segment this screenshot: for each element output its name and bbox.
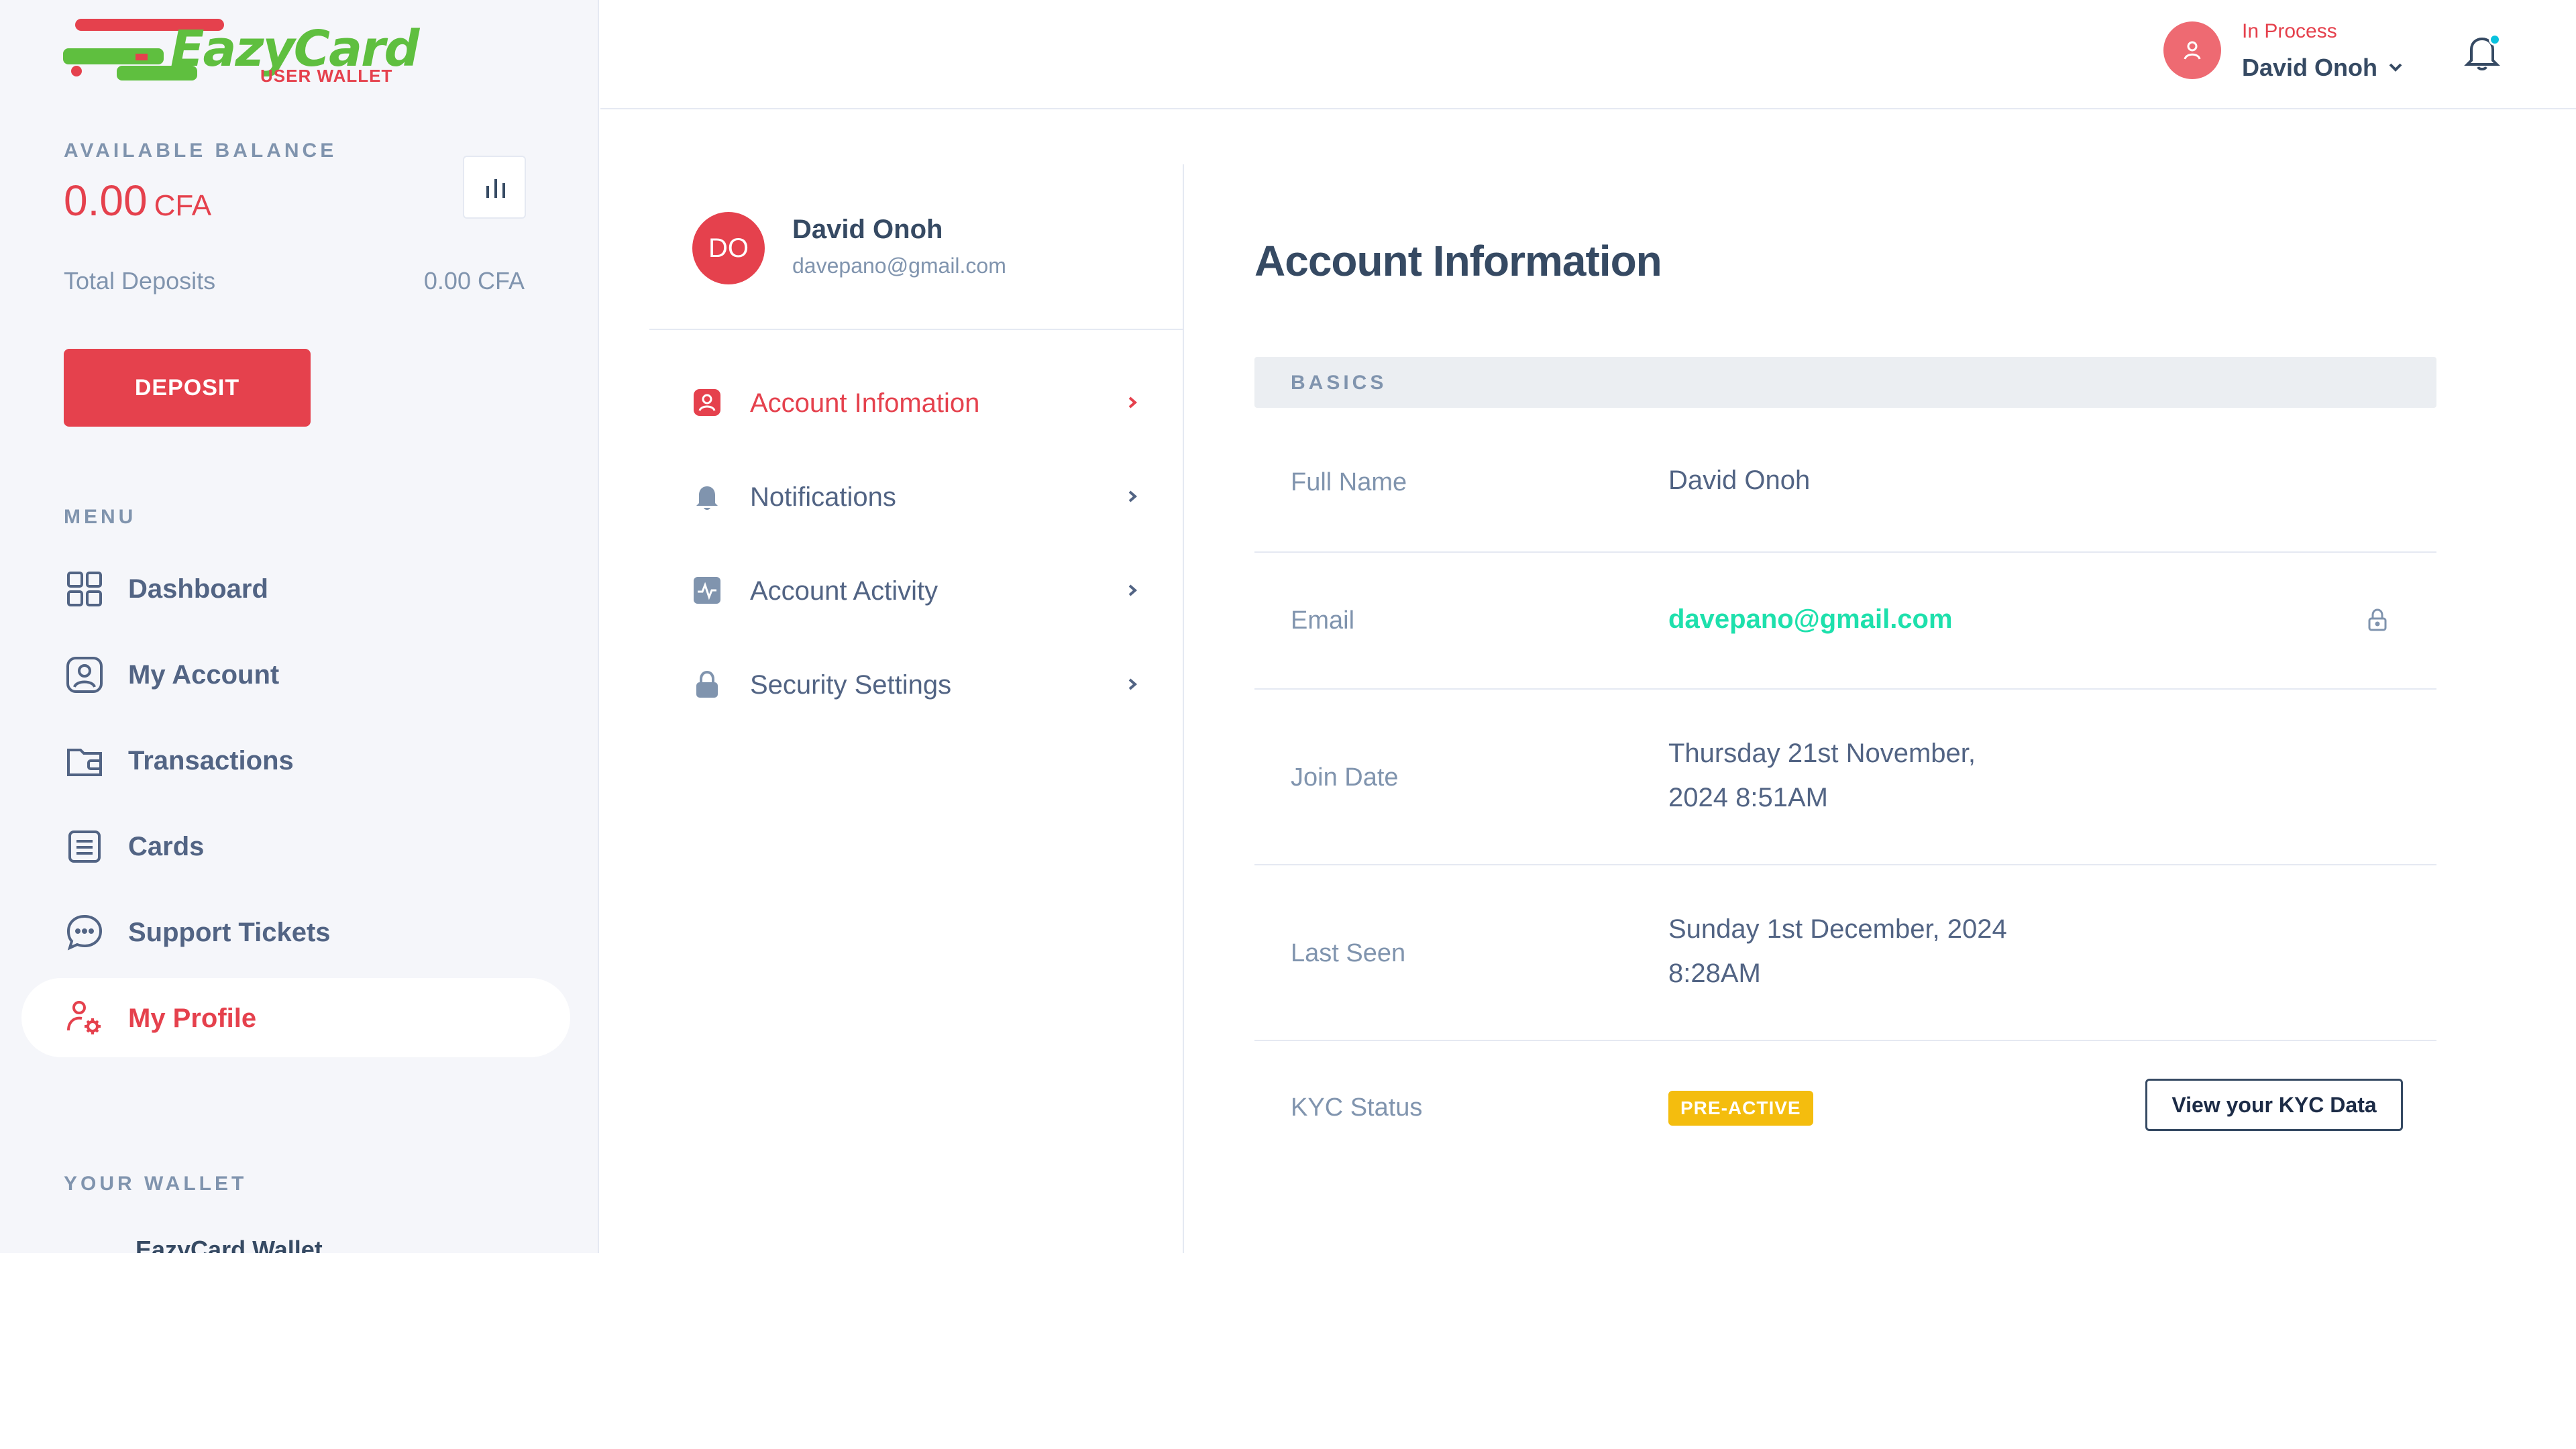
sidebar-item-cards[interactable]: Cards — [21, 806, 570, 885]
account-status: In Process — [2242, 20, 2337, 42]
balance-value: 0.00 — [64, 176, 148, 225]
profile-aside: DO David Onoh davepano@gmail.com Account… — [649, 164, 1184, 1253]
sidebar-item-my-account[interactable]: My Account — [21, 635, 570, 714]
chevron-right-icon — [1128, 678, 1138, 690]
activity-icon — [694, 577, 720, 604]
view-kyc-data-button[interactable]: View your KYC Data — [2145, 1079, 2403, 1131]
brand-subtitle: USER WALLET — [260, 66, 393, 86]
info-row-email[interactable]: Email davepano@gmail.com — [1254, 553, 2436, 690]
menu-title: MENU — [64, 506, 137, 528]
user-square-icon — [66, 657, 103, 693]
sidebar-item-label: My Account — [128, 660, 280, 690]
info-row-kyc-status: KYC Status PRE-ACTIVE View your KYC Data — [1254, 1041, 2436, 1182]
profile-nav-label: Notifications — [750, 482, 896, 512]
sidebar-item-label: Transactions — [128, 746, 294, 775]
lock-icon[interactable] — [2367, 608, 2388, 632]
divider — [649, 329, 1184, 330]
row-value-line1: Sunday 1st December, 2024 — [1668, 914, 2007, 944]
info-row-join-date[interactable]: Join Date Thursday 21st November, 2024 8… — [1254, 690, 2436, 865]
deposit-button[interactable]: DEPOSIT — [64, 349, 311, 427]
wallet-name[interactable]: EazyCard Wallet — [136, 1236, 323, 1253]
balance-amount: 0.00 CFA — [64, 176, 211, 225]
row-label: Join Date — [1291, 763, 1399, 792]
lock-icon — [696, 670, 718, 698]
row-value-line2: 2024 8:51AM — [1668, 783, 1828, 812]
logo-card — [63, 48, 164, 64]
sidebar-item-label: Support Tickets — [128, 918, 331, 947]
wallet-icon — [67, 749, 102, 776]
info-row-last-seen[interactable]: Last Seen Sunday 1st December, 2024 8:28… — [1254, 865, 2436, 1041]
balance-chart-button[interactable] — [463, 156, 526, 219]
row-label: Last Seen — [1291, 939, 1406, 967]
total-deposits-label: Total Deposits — [64, 267, 216, 294]
user-icon — [2184, 41, 2201, 60]
profile-nav-label: Account Infomation — [750, 388, 980, 418]
app-root: EazyCard USER WALLET AVAILABLE BALANCE 0… — [0, 0, 2576, 1253]
profile-nav-security-settings[interactable]: Security Settings — [649, 643, 1184, 723]
chevron-right-icon — [1128, 490, 1138, 502]
profile-nav-label: Account Activity — [750, 576, 938, 606]
user-name[interactable]: David Onoh — [2242, 54, 2377, 82]
row-value: David Onoh — [1668, 466, 1811, 495]
avatar[interactable] — [2163, 21, 2221, 79]
bar-chart-icon — [486, 179, 505, 198]
row-label: Email — [1291, 606, 1355, 635]
balance-currency: CFA — [154, 189, 212, 222]
top-header: In Process David Onoh — [600, 0, 2576, 109]
chevron-down-icon[interactable] — [2387, 62, 2404, 72]
profile-nav-notifications[interactable]: Notifications — [649, 455, 1184, 535]
grid-icon — [67, 572, 102, 606]
sidebar-item-support-tickets[interactable]: Support Tickets — [21, 892, 570, 971]
logo-dot — [71, 66, 82, 76]
balance-title: AVAILABLE BALANCE — [64, 140, 337, 162]
status-badge: PRE-ACTIVE — [1668, 1091, 1813, 1126]
section-title: BASICS — [1291, 372, 1387, 394]
profile-nav-label: Security Settings — [750, 670, 952, 700]
profile-nav-account-activity[interactable]: Account Activity — [649, 549, 1184, 629]
brand-logo[interactable]: EazyCard USER WALLET — [63, 19, 420, 86]
sidebar-item-transactions[interactable]: Transactions — [21, 720, 570, 800]
profile-name: David Onoh — [792, 215, 943, 244]
sidebar-item-dashboard[interactable]: Dashboard — [21, 549, 570, 628]
notification-dot — [2489, 34, 2501, 46]
chat-icon — [66, 914, 103, 951]
bell-icon — [696, 486, 718, 510]
info-row-full-name[interactable]: Full Name David Onoh — [1254, 408, 2436, 553]
wallet-title: YOUR WALLET — [64, 1173, 248, 1195]
profile-email: davepano@gmail.com — [792, 254, 1006, 278]
row-value-email: davepano@gmail.com — [1668, 604, 1953, 634]
row-label: KYC Status — [1291, 1093, 1423, 1122]
page-title: Account Information — [1254, 237, 1662, 285]
total-deposits-value: 0.00 CFA — [423, 267, 525, 294]
sidebar-item-my-profile[interactable]: My Profile — [21, 978, 570, 1057]
sidebar-item-label: My Profile — [128, 1004, 257, 1033]
chevron-right-icon — [1128, 396, 1138, 409]
row-value-line1: Thursday 21st November, — [1668, 739, 1976, 768]
section-header: BASICS — [1254, 357, 2436, 408]
chevron-right-icon — [1128, 584, 1138, 596]
list-card-icon — [68, 830, 101, 863]
row-value-line2: 8:28AM — [1668, 959, 1761, 988]
row-label: Full Name — [1291, 468, 1407, 496]
sidebar-item-label: Cards — [128, 832, 205, 861]
user-badge-icon — [694, 389, 720, 416]
profile-avatar: DO — [692, 212, 765, 284]
profile-nav-account-information[interactable]: Account Infomation — [649, 361, 1184, 441]
sidebar: EazyCard USER WALLET AVAILABLE BALANCE 0… — [0, 0, 599, 1253]
logo-chip — [136, 54, 148, 60]
user-settings-icon — [67, 1001, 101, 1034]
sidebar-item-label: Dashboard — [128, 574, 268, 604]
